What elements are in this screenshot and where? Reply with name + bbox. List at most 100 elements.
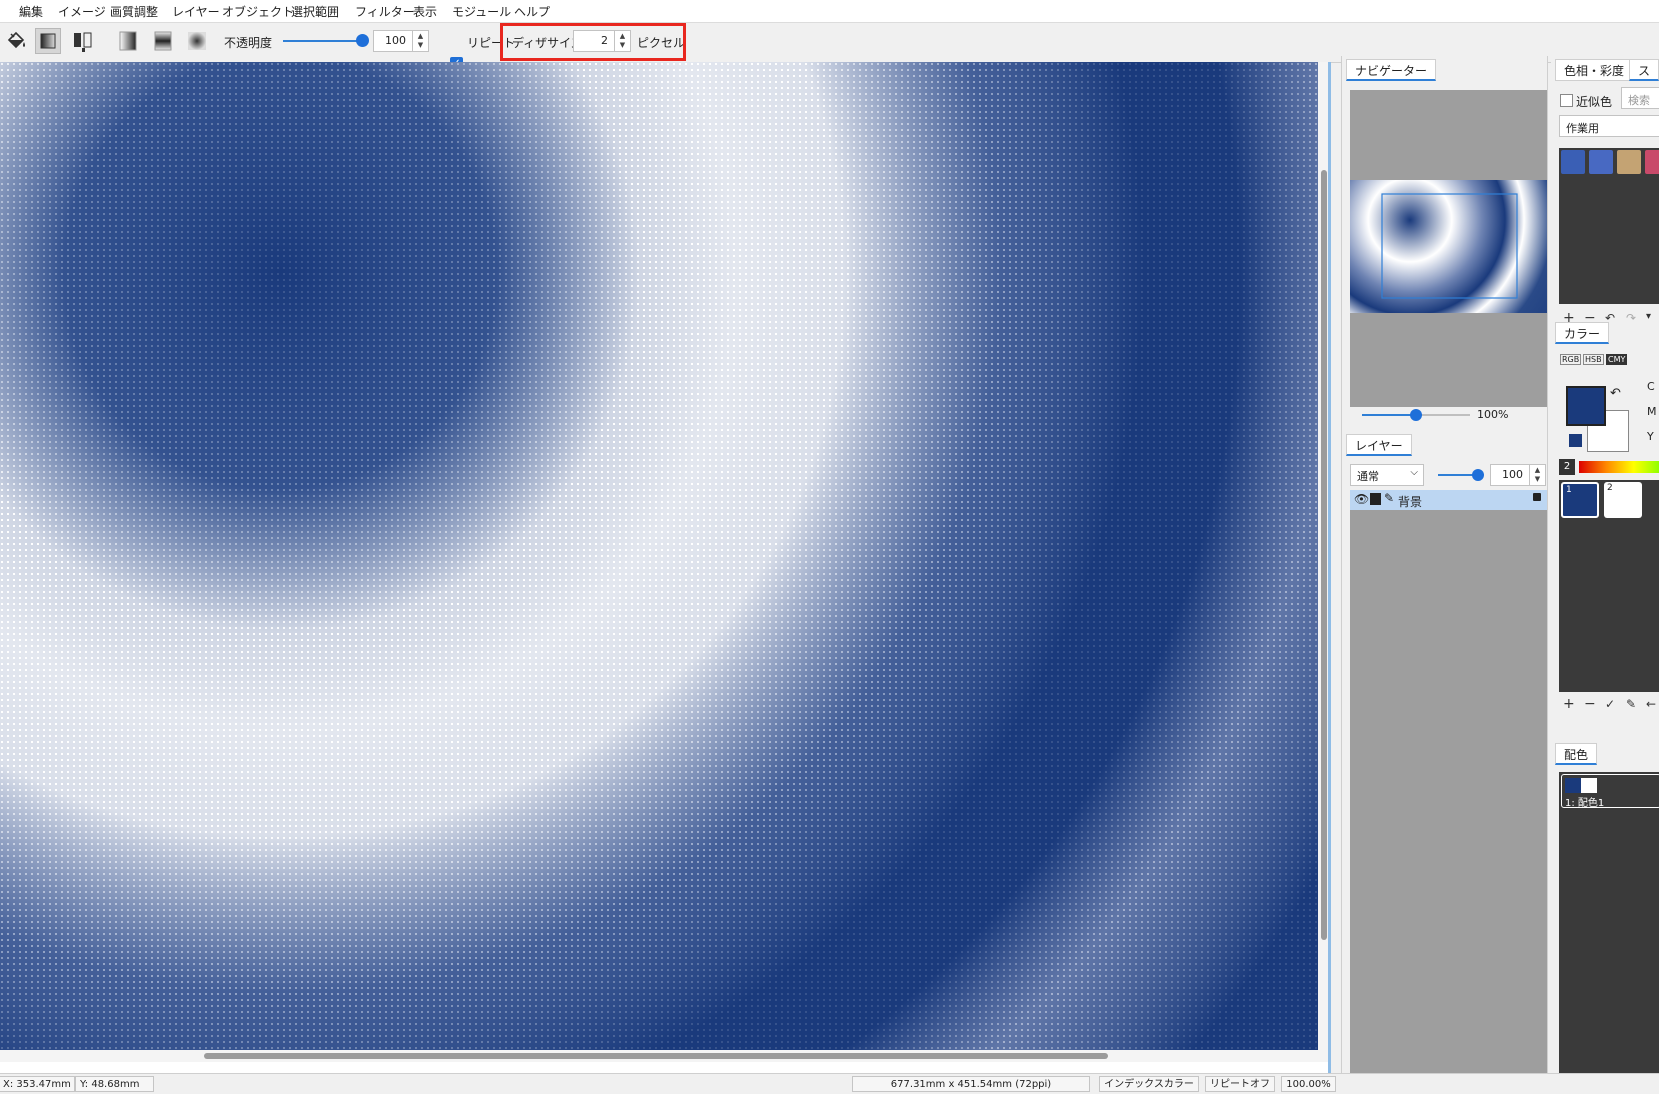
- navigator-layer-panel: ナビゲーター 100% レイヤー 通常 ⌵ 100 ▲ ▼ 👁 ✎ 背景: [1341, 56, 1548, 1073]
- menu-module[interactable]: モジュール: [452, 3, 511, 20]
- swatch-1[interactable]: [1561, 150, 1585, 174]
- menu-image[interactable]: イメージ: [58, 3, 106, 20]
- remove-color-icon[interactable]: −: [1584, 696, 1596, 712]
- opacity-label: 不透明度: [224, 36, 273, 50]
- edit-pencil-icon[interactable]: ✎: [1626, 697, 1636, 711]
- layer-opacity-spinner[interactable]: ▲ ▼: [1530, 464, 1546, 486]
- redo-icon[interactable]: ↷: [1626, 311, 1636, 325]
- horizontal-scroll-thumb[interactable]: [204, 1053, 1108, 1059]
- gradient-fill-icon[interactable]: [35, 28, 61, 54]
- repeat-status: リピートオフ: [1205, 1076, 1275, 1092]
- similar-color-label: 近似色: [1576, 95, 1613, 109]
- cmy-c-label: C: [1647, 380, 1655, 393]
- bilinear-gradient-icon[interactable]: [150, 28, 176, 54]
- cursor-y: Y: 48.68mm: [75, 1076, 154, 1092]
- layer-opacity-value: 100: [1502, 468, 1523, 481]
- blend-mode-select[interactable]: 通常 ⌵: [1350, 464, 1424, 486]
- tab-hue-saturation[interactable]: 色相・彩度: [1555, 59, 1634, 81]
- menu-help[interactable]: ヘルプ: [514, 3, 550, 20]
- color-slot-1[interactable]: 1: [1561, 482, 1599, 518]
- mode-rgb[interactable]: RGB: [1560, 354, 1582, 365]
- swatch-2[interactable]: [1589, 150, 1613, 174]
- layer-list[interactable]: 👁 ✎ 背景: [1350, 490, 1547, 1073]
- scheme-name: 1: 配色1: [1565, 798, 1605, 809]
- opacity-slider-thumb[interactable]: [356, 34, 369, 47]
- color-slot-grid[interactable]: 1 2: [1559, 480, 1659, 692]
- tab-navigator[interactable]: ナビゲーター: [1346, 59, 1437, 81]
- navigator-zoom-thumb[interactable]: [1410, 409, 1422, 421]
- layer-row[interactable]: 👁 ✎ 背景: [1350, 490, 1547, 510]
- layer-opacity-thumb[interactable]: [1472, 469, 1484, 481]
- foreground-color-swatch[interactable]: [1566, 386, 1606, 426]
- swatch-3[interactable]: [1617, 150, 1641, 174]
- canvas-image[interactable]: [0, 62, 1318, 1050]
- radial-gradient-icon[interactable]: [184, 28, 210, 54]
- tab-swatches[interactable]: ス: [1629, 59, 1659, 81]
- color-mode: インデックスカラー: [1099, 1076, 1199, 1092]
- menu-chevron-icon[interactable]: ▾: [1646, 311, 1651, 322]
- navigator-zoom-fill: [1362, 414, 1416, 416]
- layer-lock-transparency-icon[interactable]: [1370, 493, 1381, 505]
- navigator-zoom-value: 100%: [1477, 408, 1509, 421]
- tab-layers[interactable]: レイヤー: [1346, 434, 1412, 456]
- canvas-area[interactable]: [0, 62, 1330, 1073]
- document-size: 677.31mm x 451.54mm (72ppi): [852, 1076, 1090, 1092]
- lock-icon[interactable]: [1533, 493, 1541, 501]
- palette-select[interactable]: 作業用: [1559, 115, 1659, 137]
- menu-view[interactable]: 表示: [413, 3, 437, 20]
- layer-opacity-input[interactable]: 100: [1490, 464, 1530, 486]
- gradient-mode-icon[interactable]: [70, 28, 96, 54]
- swatch-search-input[interactable]: 検索: [1621, 87, 1659, 109]
- menu-layer[interactable]: レイヤー: [172, 3, 220, 20]
- dither-size-highlight: [500, 23, 686, 61]
- navigator-view[interactable]: [1350, 90, 1547, 407]
- layer-name: 背景: [1398, 495, 1423, 509]
- swap-colors-icon[interactable]: ↶: [1610, 386, 1621, 401]
- opacity-input[interactable]: 100: [373, 30, 413, 52]
- swatch-grid[interactable]: [1559, 148, 1659, 304]
- add-color-icon[interactable]: +: [1563, 696, 1575, 712]
- menu-filter[interactable]: フィルター: [355, 3, 415, 20]
- menu-adjust[interactable]: 画質調整: [110, 3, 158, 20]
- color-slot-2-label: 2: [1607, 483, 1613, 493]
- swatch-4[interactable]: [1645, 150, 1659, 174]
- back-arrow-icon[interactable]: ←: [1646, 697, 1656, 711]
- menu-bar: 編集 イメージ 画質調整 レイヤー オブジェクト 選択範囲 フィルター 表示 モ…: [0, 0, 1659, 23]
- navigator-thumbnail[interactable]: [1350, 180, 1547, 313]
- color-slot-1-label: 1: [1566, 485, 1572, 495]
- spectrum-bar[interactable]: [1579, 461, 1659, 473]
- chevron-down-icon: ⌵: [1410, 467, 1418, 478]
- color-scheme-item[interactable]: 1: 配色1: [1561, 774, 1659, 809]
- palette-name: 作業用: [1566, 122, 1599, 135]
- color-slot-2[interactable]: 2: [1604, 482, 1642, 518]
- pencil-icon[interactable]: ✎: [1384, 491, 1394, 505]
- mode-hsb[interactable]: HSB: [1583, 354, 1604, 365]
- mode-cmy[interactable]: CMY: [1606, 354, 1628, 365]
- cmy-m-label: M: [1647, 405, 1657, 418]
- color-scheme-list[interactable]: 1: 配色1: [1559, 772, 1659, 1073]
- menu-edit[interactable]: 編集: [19, 3, 43, 20]
- similar-color-checkbox[interactable]: [1560, 94, 1573, 107]
- opacity-spinner[interactable]: ▲ ▼: [413, 30, 429, 52]
- menu-object[interactable]: オブジェクト: [222, 3, 294, 20]
- swatch-search-placeholder: 検索: [1628, 94, 1650, 107]
- opacity-slider-track[interactable]: [283, 40, 363, 42]
- linear-gradient-icon[interactable]: [115, 28, 141, 54]
- scheme-swatch-navy: [1565, 778, 1581, 793]
- apply-check-icon[interactable]: ✓: [1605, 697, 1615, 711]
- vertical-scroll-thumb[interactable]: [1321, 170, 1327, 940]
- cmy-y-label: Y: [1647, 430, 1654, 443]
- tab-color[interactable]: カラー: [1555, 322, 1610, 344]
- reset-colors-icon[interactable]: [1569, 434, 1582, 447]
- cursor-x: X: 353.47mm: [0, 1076, 75, 1092]
- canvas-focus-border: [1328, 62, 1331, 1073]
- menu-selection[interactable]: 選択範囲: [291, 3, 339, 20]
- tab-color-scheme[interactable]: 配色: [1555, 743, 1598, 765]
- color-panel: 色相・彩度 ス 近似色 検索 作業用 + − ↶ ↷ ▾ カラー RGB HSB…: [1551, 56, 1659, 1073]
- eye-icon[interactable]: 👁: [1354, 492, 1369, 506]
- scheme-swatch-white: [1581, 778, 1597, 793]
- paint-bucket-icon[interactable]: [3, 28, 29, 54]
- zoom-status: 100.00%: [1281, 1076, 1336, 1092]
- blend-mode-value: 通常: [1357, 470, 1379, 483]
- horizontal-scrollbar[interactable]: [0, 1050, 1318, 1062]
